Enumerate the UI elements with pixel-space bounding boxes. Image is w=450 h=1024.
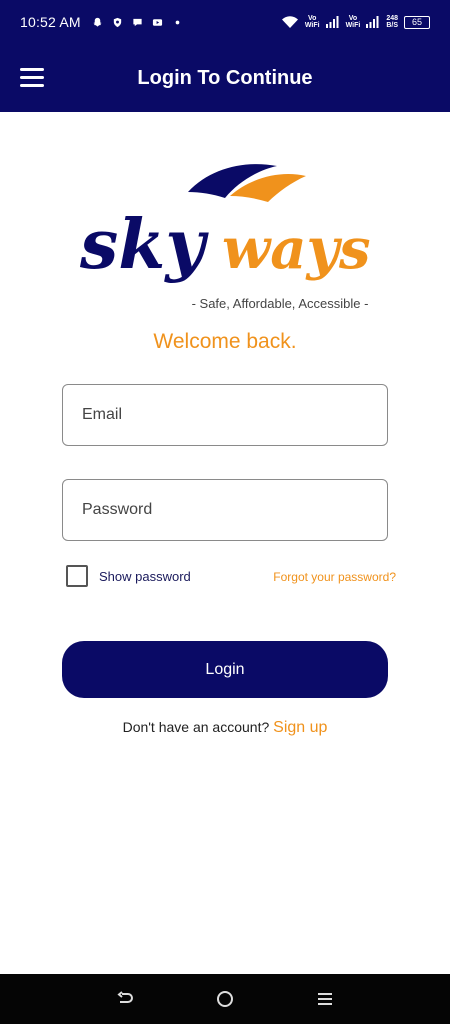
home-icon[interactable] <box>210 984 240 1014</box>
signup-prompt: Don't have an account? <box>122 719 270 735</box>
signup-row: Don't have an account? Sign up <box>0 719 450 737</box>
page-title: Login To Continue <box>137 66 313 89</box>
signup-link[interactable]: Sign up <box>273 719 327 736</box>
email-field-container[interactable] <box>62 384 388 446</box>
youtube-icon <box>152 18 162 26</box>
volte-label-2: Vo WiFi <box>345 15 361 29</box>
status-time: 10:52 AM <box>20 14 81 30</box>
network-speed-unit: B/S <box>386 22 398 29</box>
login-button[interactable]: Login <box>62 641 388 698</box>
logo-sky-text: sky <box>80 205 209 285</box>
show-password-toggle[interactable]: Show password <box>66 565 191 587</box>
signal-icon-1 <box>325 16 339 28</box>
status-bar: 10:52 AM Vo WiFi Vo WiFi 248 B/S 65 <box>0 0 450 44</box>
system-nav-bar <box>0 974 450 1024</box>
email-field[interactable] <box>82 406 387 424</box>
show-password-label: Show password <box>99 568 191 584</box>
network-speed: 248 B/S <box>386 15 398 29</box>
chat-icon <box>133 18 142 26</box>
skyways-logo: sky ways <box>80 164 371 285</box>
wifi-icon <box>281 16 298 28</box>
notification-icons <box>91 17 184 28</box>
dot-icon <box>175 20 180 24</box>
signal-icon-2 <box>366 16 379 28</box>
system-icons: Vo WiFi Vo WiFi 248 B/S 65 <box>281 15 430 29</box>
snapchat-icon <box>93 17 102 27</box>
back-icon[interactable] <box>110 984 140 1014</box>
forgot-password-link[interactable]: Forgot your password? <box>273 570 396 584</box>
recents-icon[interactable] <box>310 984 340 1014</box>
brand-tagline: - Safe, Affordable, Accessible - <box>191 296 369 311</box>
app-bar: Login To Continue <box>0 44 450 112</box>
welcome-heading: Welcome back. <box>153 330 297 353</box>
volte-label-1: Vo WiFi <box>304 15 320 29</box>
shield-icon <box>113 17 121 27</box>
password-field[interactable] <box>82 501 387 519</box>
logo-ways-text: ways <box>222 216 371 282</box>
password-field-container[interactable] <box>62 479 388 541</box>
show-password-checkbox[interactable] <box>66 565 88 587</box>
hamburger-menu-icon[interactable] <box>20 68 46 88</box>
network-speed-value: 248 <box>386 15 398 22</box>
battery-indicator: 65 <box>404 15 430 29</box>
